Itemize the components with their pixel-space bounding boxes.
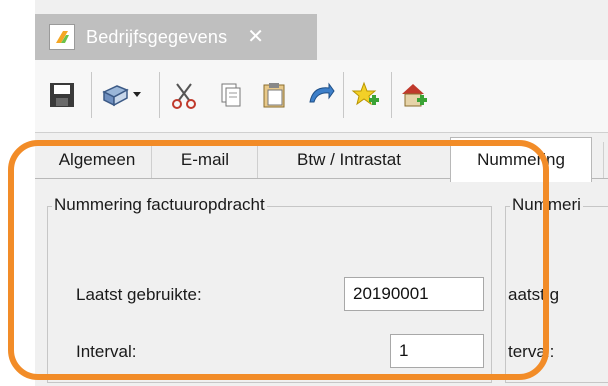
home-add-icon[interactable]	[399, 80, 429, 110]
last-used-label: aatst g	[508, 285, 560, 304]
group-second: Nummeri aatst g terval:	[505, 195, 608, 383]
toolbar-separator	[343, 72, 344, 118]
document-tab[interactable]: Bedrijfsgegevens ✕	[35, 14, 317, 60]
toolbar-separator	[159, 72, 160, 118]
tab-bar-empty	[317, 14, 608, 60]
interval-input[interactable]	[390, 334, 484, 368]
app-window: Bedrijfsgegevens ✕ Algemeen E-mail Btw /…	[35, 0, 608, 386]
tab-email[interactable]: E-mail	[157, 142, 253, 178]
last-used-label: Laatst gebruikte:	[76, 285, 202, 304]
interval-label: Interval:	[76, 342, 137, 361]
tab-btw-intrastat[interactable]: Btw / Intrastat	[263, 142, 435, 178]
paste-icon[interactable]	[259, 80, 289, 110]
tab-divider	[151, 142, 152, 178]
app-logo-icon	[49, 24, 75, 50]
tab-content: Nummering factuuropdracht Laatst gebruik…	[35, 179, 608, 386]
favorite-add-icon[interactable]	[351, 80, 381, 110]
group-title: Nummering factuuropdracht	[52, 195, 267, 215]
group-factuuropdracht: Nummering factuuropdracht Laatst gebruik…	[47, 195, 492, 383]
copy-icon[interactable]	[215, 80, 245, 110]
group-title: Nummeri	[510, 195, 583, 215]
save-icon[interactable]	[47, 80, 77, 110]
toolbar-separator	[91, 72, 92, 118]
cut-icon[interactable]	[169, 80, 199, 110]
print-dropdown-icon[interactable]	[101, 80, 145, 110]
tab-nummering[interactable]: Nummering	[450, 137, 592, 182]
toolbar-separator	[391, 72, 392, 118]
toolbar	[35, 60, 608, 133]
undo-icon[interactable]	[305, 80, 335, 110]
tab-algemeen[interactable]: Algemeen	[47, 142, 147, 178]
interval-label: terval:	[508, 342, 555, 361]
tab-divider	[257, 142, 258, 178]
close-icon[interactable]: ✕	[247, 27, 264, 47]
tab-divider	[603, 142, 604, 178]
document-tab-title: Bedrijfsgegevens	[86, 26, 228, 47]
last-used-input[interactable]	[344, 277, 484, 311]
